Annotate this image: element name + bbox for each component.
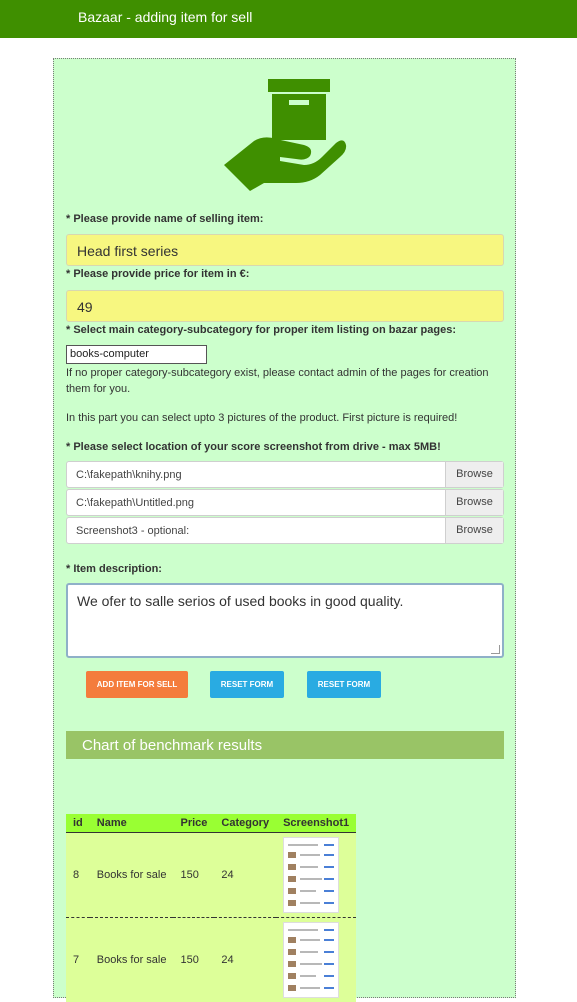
cell-screenshot — [276, 833, 356, 918]
file-input-2[interactable]: C:\fakepath\Untitled.png Browse — [66, 489, 504, 516]
add-item-button[interactable]: ADD ITEM FOR SELL — [86, 671, 188, 698]
name-label: * Please provide name of selling item: — [66, 213, 263, 225]
browse-button-3[interactable]: Browse — [445, 518, 503, 543]
reset-form-button-1[interactable]: RESET FORM — [210, 671, 284, 698]
header-id: id — [66, 814, 90, 833]
file-input-1[interactable]: C:\fakepath\knihy.png Browse — [66, 461, 504, 488]
page-title: Bazaar - adding item for sell — [78, 9, 252, 25]
cell-id: 8 — [66, 833, 90, 918]
cell-name: Books for sale — [90, 833, 174, 918]
cell-price: 150 — [173, 918, 214, 1002]
screenshot-thumbnail[interactable] — [283, 922, 339, 998]
item-name-input[interactable]: Head first series — [66, 234, 504, 266]
file-path-3: Screenshot3 - optional: — [76, 525, 189, 537]
file-path-2: C:\fakepath\Untitled.png — [76, 497, 194, 509]
header-price: Price — [173, 814, 214, 833]
cell-category: 24 — [214, 833, 276, 918]
top-bar: Bazaar - adding item for sell — [0, 0, 577, 38]
resize-handle[interactable] — [491, 645, 500, 654]
browse-button-2[interactable]: Browse — [445, 490, 503, 515]
table-header-row: id Name Price Category Screenshot1 — [66, 814, 356, 833]
cell-id: 7 — [66, 918, 90, 1002]
cell-screenshot — [276, 918, 356, 1002]
price-input[interactable]: 49 — [66, 290, 504, 322]
reset-form-button-2[interactable]: RESET FORM — [307, 671, 381, 698]
description-label: * Item description: — [66, 563, 162, 575]
category-label: * Select main category-subcategory for p… — [66, 324, 456, 336]
box-in-hand-icon — [224, 79, 348, 193]
items-table: id Name Price Category Screenshot1 8 Boo… — [66, 814, 356, 1002]
header-name: Name — [90, 814, 174, 833]
location-label: * Please select location of your score s… — [66, 441, 441, 453]
header-category: Category — [214, 814, 276, 833]
section-title: Chart of benchmark results — [82, 737, 262, 754]
table-row: 8 Books for sale 150 24 — [66, 833, 356, 918]
category-note: If no proper category-subcategory exist,… — [66, 365, 506, 397]
cell-category: 24 — [214, 918, 276, 1002]
description-textarea[interactable]: We ofer to salle serios of used books in… — [66, 583, 504, 658]
file-path-1: C:\fakepath\knihy.png — [76, 469, 182, 481]
cell-name: Books for sale — [90, 918, 174, 1002]
header-screenshot1: Screenshot1 — [276, 814, 356, 833]
section-header: Chart of benchmark results — [66, 731, 504, 759]
screenshot-thumbnail[interactable] — [283, 837, 339, 913]
pictures-note: In this part you can select upto 3 pictu… — [66, 410, 457, 426]
cell-price: 150 — [173, 833, 214, 918]
browse-button-1[interactable]: Browse — [445, 462, 503, 487]
price-label: * Please provide price for item in €: — [66, 268, 249, 280]
table-row: 7 Books for sale 150 24 — [66, 918, 356, 1002]
description-text: We ofer to salle serios of used books in… — [77, 593, 403, 609]
category-input[interactable]: books-computer — [66, 345, 207, 364]
file-input-3[interactable]: Screenshot3 - optional: Browse — [66, 517, 504, 544]
